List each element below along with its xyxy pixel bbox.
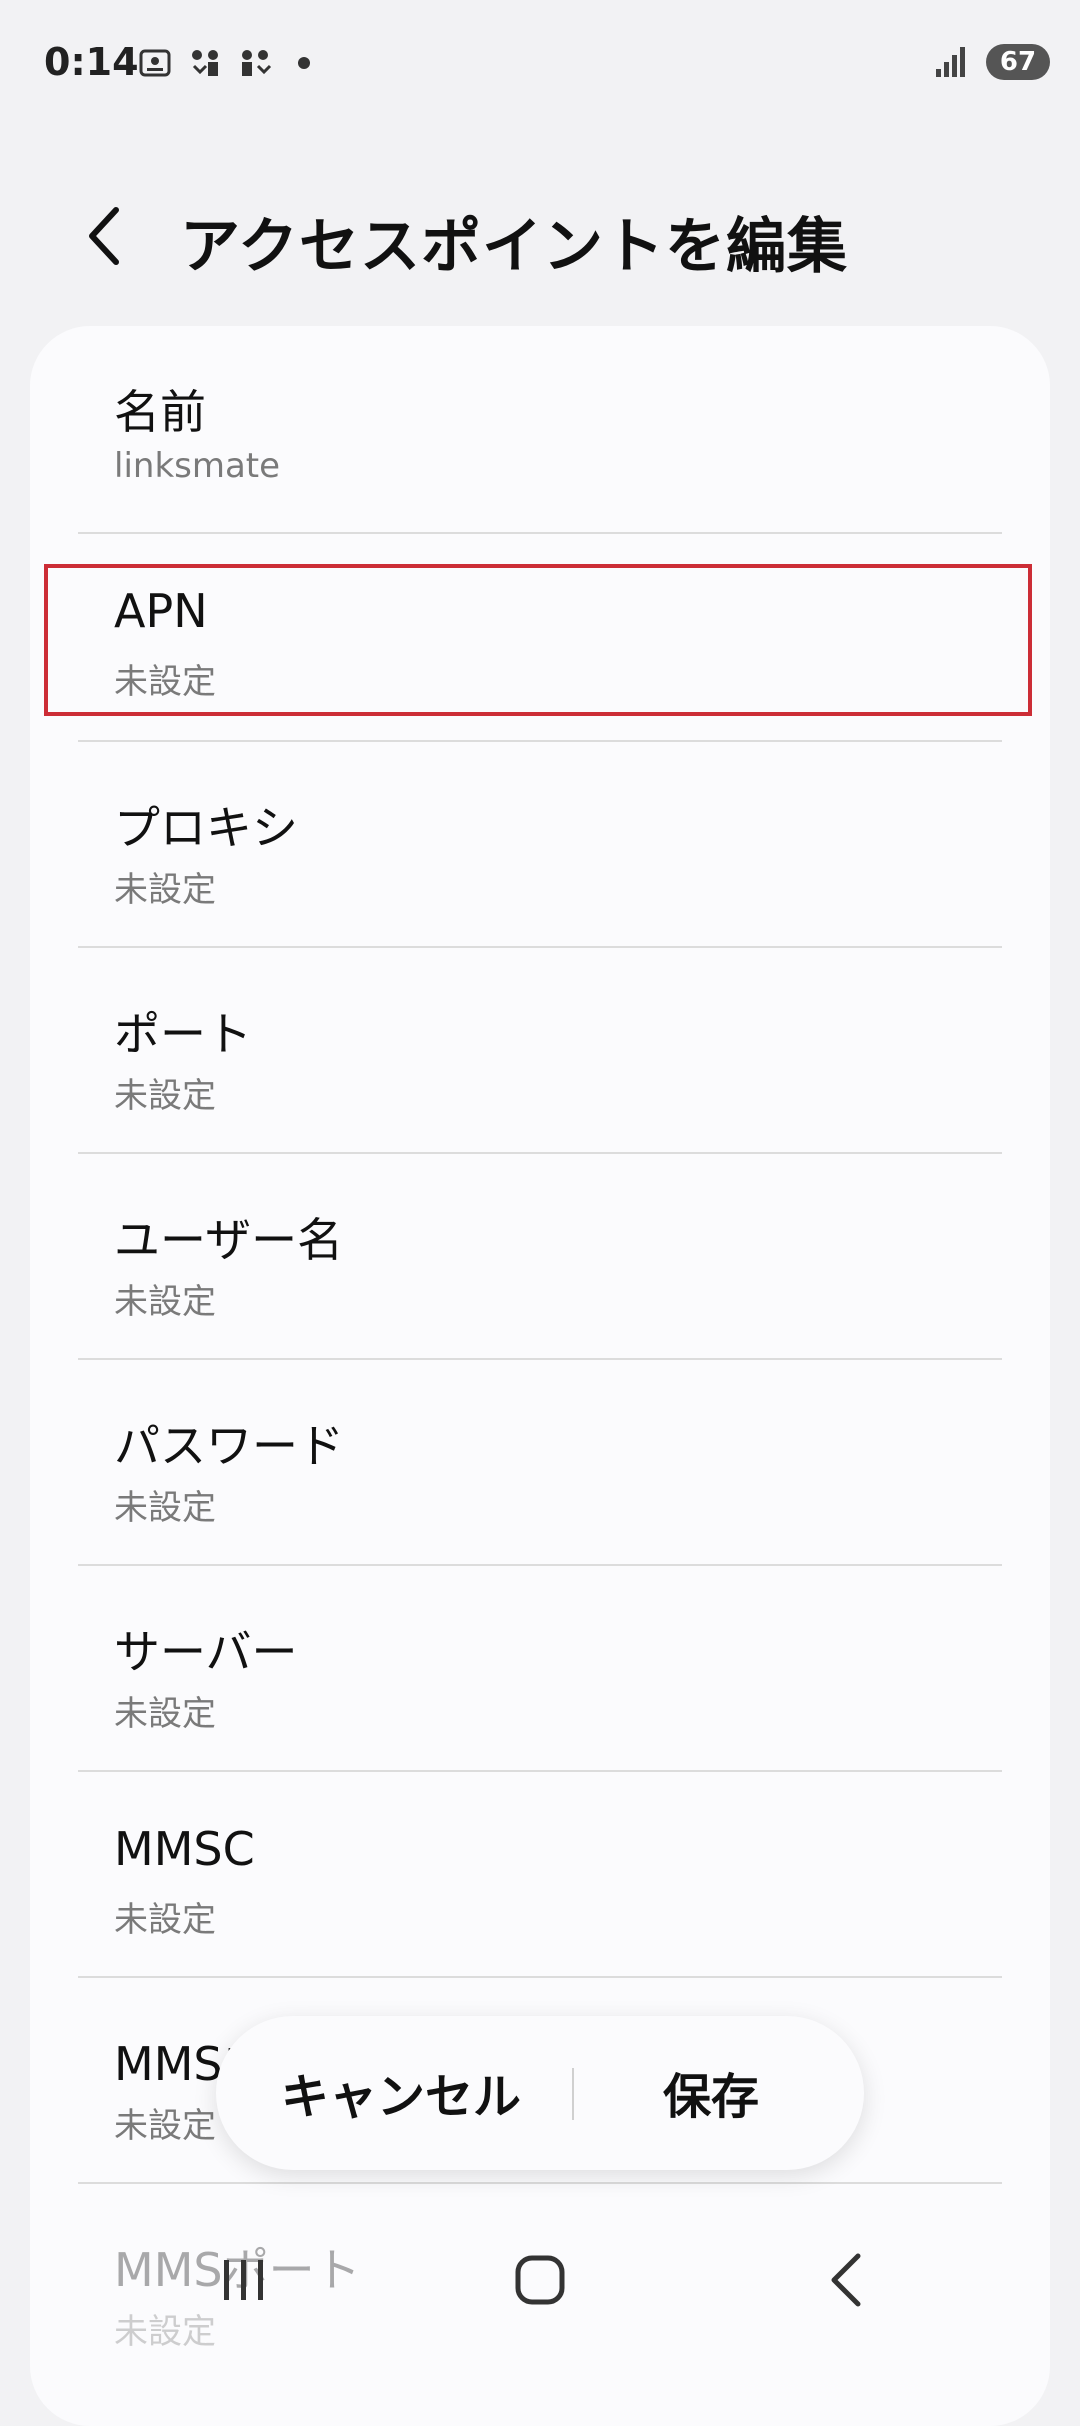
action-separator: [572, 2068, 574, 2120]
save-button[interactable]: 保存: [588, 2052, 834, 2132]
download-icon: [192, 50, 218, 76]
signal-icon: [936, 47, 965, 77]
notification-dot-icon: [298, 57, 310, 69]
page-title: アクセスポイントを編集: [180, 212, 848, 282]
field-label: ポート: [114, 1007, 252, 1061]
cancel-button[interactable]: キャンセル: [246, 2052, 556, 2132]
app-header: アクセスポイントを編集: [0, 180, 1080, 290]
apn-highlight-box: [44, 564, 1032, 716]
field-label: サーバー: [114, 1625, 298, 1679]
field-port[interactable]: ポート 未設定: [78, 948, 1002, 1152]
status-notification-icons: [138, 46, 310, 80]
field-value: 未設定: [114, 2106, 216, 2146]
field-value: 未設定: [114, 870, 216, 910]
field-password[interactable]: パスワード 未設定: [78, 1360, 1002, 1564]
field-username[interactable]: ユーザー名 未設定: [78, 1154, 1002, 1358]
field-label: ユーザー名: [114, 1213, 344, 1267]
field-value: 未設定: [114, 1488, 216, 1528]
back-icon[interactable]: [808, 2240, 888, 2320]
navigation-bar: [0, 2220, 1080, 2340]
status-bar: 0:14 67: [0, 0, 1080, 130]
field-value: 未設定: [114, 1076, 216, 1116]
status-time: 0:14: [44, 40, 139, 84]
field-value: 未設定: [114, 1900, 216, 1940]
field-value: 未設定: [114, 1694, 216, 1734]
field-name[interactable]: 名前 linksmate: [78, 326, 1002, 530]
field-label: MMSC: [114, 1822, 255, 1876]
recents-icon[interactable]: [204, 2240, 284, 2320]
field-value: linksmate: [114, 446, 281, 486]
field-label: パスワード: [114, 1419, 344, 1473]
field-label: プロキシ: [114, 801, 298, 855]
screenshot-icon: [139, 49, 171, 77]
chevron-left-icon[interactable]: [78, 204, 134, 268]
download-icon: [242, 50, 272, 76]
home-icon[interactable]: [500, 2240, 580, 2320]
field-value: 未設定: [114, 1282, 216, 1322]
action-bar: キャンセル 保存: [216, 2016, 864, 2170]
field-mmsc[interactable]: MMSC 未設定: [78, 1772, 1002, 1976]
status-system-icons: 67: [934, 44, 1050, 80]
battery-icon: 67: [986, 44, 1050, 80]
field-server[interactable]: サーバー 未設定: [78, 1566, 1002, 1770]
field-label: 名前: [114, 385, 206, 439]
field-proxy[interactable]: プロキシ 未設定: [78, 742, 1002, 946]
